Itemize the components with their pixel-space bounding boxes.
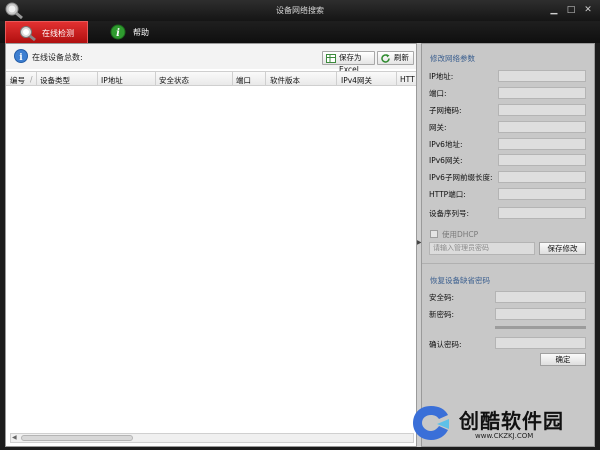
- tab-label: 在线检测: [42, 29, 74, 38]
- sort-indicator: /: [30, 75, 33, 84]
- dhcp-label: 使用DHCP: [442, 230, 479, 239]
- field-label: IPv6网关:: [429, 156, 463, 165]
- field-label: HTTP端口:: [429, 190, 466, 199]
- http-port-input[interactable]: [498, 188, 586, 200]
- device-list-header: i 在线设备总数: 保存为Excel 刷新: [6, 44, 416, 74]
- tab-online-detection[interactable]: 在线检测: [5, 21, 88, 43]
- port-input[interactable]: [498, 87, 586, 99]
- tab-label: 帮助: [133, 28, 149, 37]
- window-title: 设备网络搜索: [276, 6, 324, 15]
- column-header[interactable]: 安全状态: [159, 75, 189, 85]
- tab-help[interactable]: i 帮助: [97, 21, 180, 43]
- serial-number-input[interactable]: [498, 207, 586, 219]
- ipv6-prefix-input[interactable]: [498, 171, 586, 183]
- device-table-header: 编号 / 设备类型 IP地址 安全状态 端口 软件版本 IPv4网关 HTT: [6, 71, 416, 86]
- column-header[interactable]: HTT: [400, 75, 415, 84]
- watermark-name: 创酷软件园: [459, 409, 564, 433]
- column-header[interactable]: 设备类型: [40, 75, 70, 85]
- column-header[interactable]: IP地址: [101, 75, 123, 85]
- scrollbar-thumb[interactable]: [21, 435, 133, 441]
- subnet-mask-input[interactable]: [498, 104, 586, 116]
- gateway-input[interactable]: [498, 121, 586, 133]
- watermark: 创酷软件园 www.CKZKJ.COM: [405, 400, 595, 446]
- refresh-label: 刷新: [394, 53, 409, 62]
- device-count-label: 在线设备总数:: [32, 53, 83, 62]
- refresh-icon: [381, 54, 390, 63]
- svg-text:i: i: [116, 28, 120, 39]
- password-strength-bar: [495, 326, 586, 329]
- field-label: 安全码:: [429, 293, 455, 302]
- scroll-left-arrow-icon[interactable]: ◀: [12, 434, 17, 442]
- svg-text:i: i: [19, 53, 23, 63]
- device-list-panel: i 在线设备总数: 保存为Excel 刷新 编号 / 设备类型 IP地址 安全状…: [5, 43, 417, 447]
- dhcp-checkbox[interactable]: [430, 230, 438, 238]
- section-title-restore: 恢复设备缺省密码: [430, 276, 490, 285]
- refresh-button[interactable]: 刷新: [377, 51, 414, 65]
- column-header[interactable]: 端口: [236, 75, 251, 85]
- watermark-url: www.CKZKJ.COM: [475, 432, 534, 440]
- field-label: IPv6子网前缀长度:: [429, 173, 493, 182]
- confirm-button[interactable]: 确定: [540, 353, 586, 366]
- horizontal-scrollbar[interactable]: ◀: [10, 433, 414, 443]
- section-divider: [422, 263, 594, 264]
- watermark-logo-icon: [413, 406, 449, 440]
- ipv6-address-input[interactable]: [498, 138, 586, 150]
- magnifier-icon: [20, 26, 36, 41]
- column-header[interactable]: IPv4网关: [341, 75, 372, 85]
- close-button[interactable]: ✕: [582, 4, 594, 16]
- maximize-button[interactable]: □: [565, 4, 577, 16]
- info-icon: i: [110, 24, 126, 40]
- field-label: 新密码:: [429, 310, 455, 319]
- ip-address-input[interactable]: [498, 70, 586, 82]
- minimize-button[interactable]: ▁: [548, 4, 560, 16]
- field-label: 子网掩码:: [429, 106, 462, 115]
- save-changes-button[interactable]: 保存修改: [539, 242, 586, 255]
- security-code-input[interactable]: [495, 291, 586, 303]
- info-icon: i: [14, 49, 28, 63]
- excel-icon: [326, 54, 336, 63]
- field-label: IP地址:: [429, 72, 454, 81]
- network-settings-panel: 修改网络参数 IP地址: 端口: 子网掩码: 网关: IPv6地址: IPv6网…: [421, 43, 595, 447]
- field-label: 确认密码:: [429, 340, 462, 349]
- column-header[interactable]: 编号: [10, 75, 25, 85]
- field-label: 网关:: [429, 123, 447, 132]
- new-password-input[interactable]: [495, 308, 586, 320]
- tab-bar: 在线检测 i 帮助: [0, 21, 600, 43]
- column-header[interactable]: 软件版本: [270, 75, 300, 85]
- field-label: 端口:: [429, 89, 447, 98]
- field-label: IPv6地址:: [429, 140, 463, 149]
- section-title-network: 修改网络参数: [430, 54, 475, 63]
- confirm-password-input[interactable]: [495, 337, 586, 349]
- title-bar: 设备网络搜索 ▁ □ ✕: [0, 0, 600, 21]
- field-label: 设备序列号:: [429, 209, 470, 218]
- ipv6-gateway-input[interactable]: [498, 154, 586, 166]
- save-excel-button[interactable]: 保存为Excel: [322, 51, 375, 74]
- admin-password-input[interactable]: 请输入管理员密码: [429, 242, 535, 255]
